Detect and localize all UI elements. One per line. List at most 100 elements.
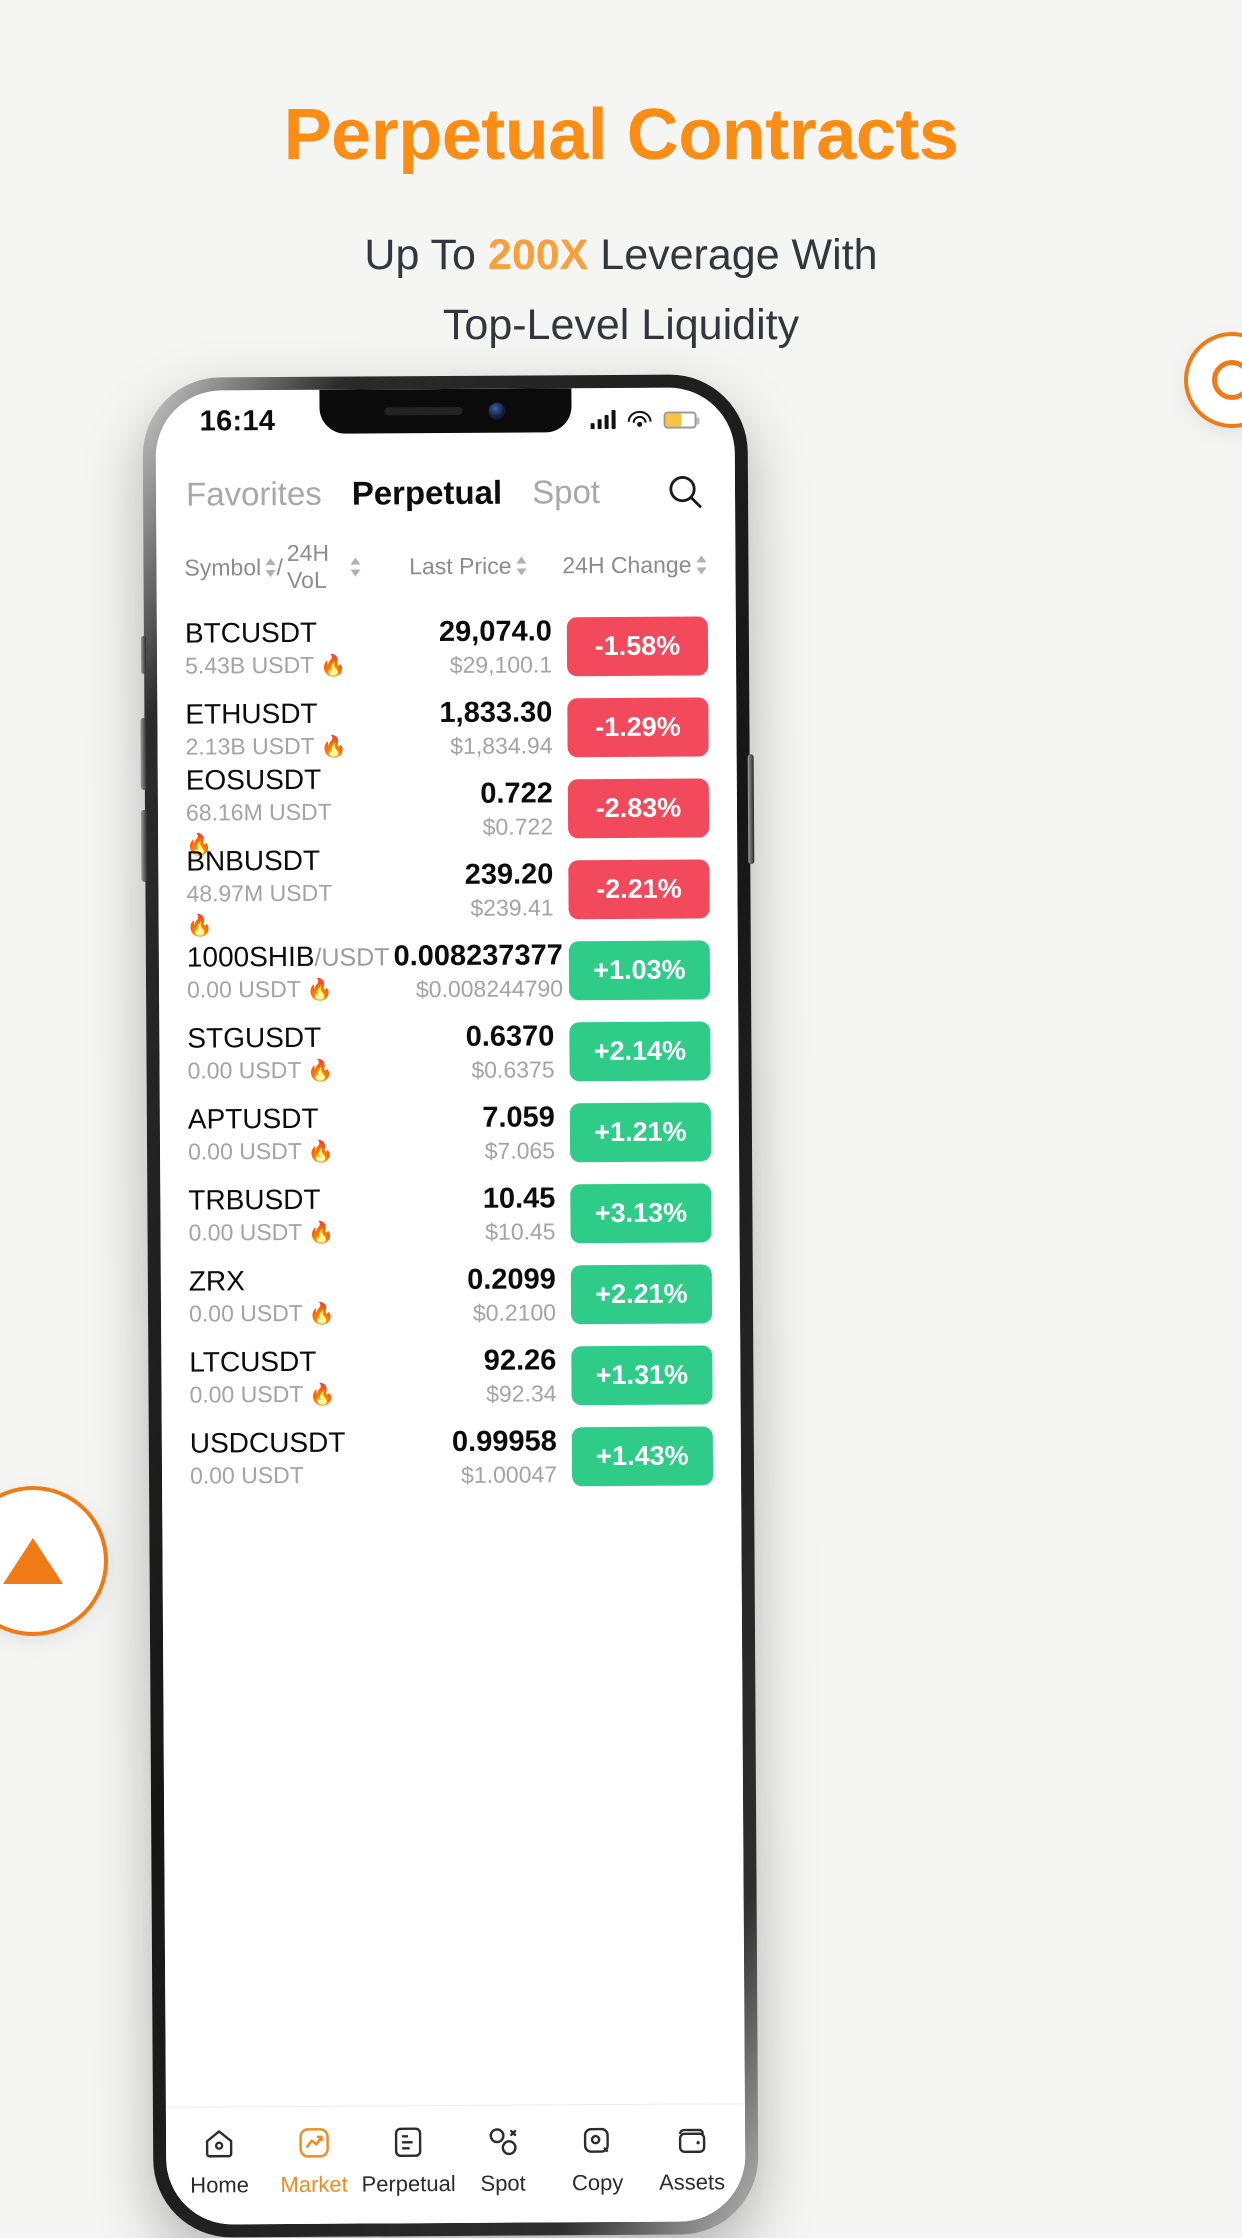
header-symbol-volume[interactable]: Symbol / 24H VoL — [184, 540, 357, 595]
symbol-volume: 5.43B USDT 🔥 — [185, 650, 358, 682]
nav-item-market[interactable]: Market — [267, 2123, 362, 2199]
tab-favorites[interactable]: Favorites — [186, 475, 322, 514]
symbol-cell: STGUSDT0.00 USDT 🔥 — [187, 1020, 360, 1087]
last-price: 239.20 — [359, 856, 553, 893]
header-24h-change[interactable]: 24H Change — [527, 551, 707, 579]
change-cell: +1.03% — [569, 940, 710, 1000]
table-row[interactable]: BTCUSDT5.43B USDT 🔥29,074.0$29,100.1-1.5… — [157, 605, 736, 690]
change-badge[interactable]: +1.43% — [572, 1426, 713, 1486]
fire-icon: 🔥 — [303, 1384, 335, 1407]
table-row[interactable]: BNBUSDT48.97M USDT 🔥239.20$239.41-2.21% — [158, 848, 737, 933]
price-usd: $0.6375 — [360, 1054, 554, 1086]
price-cell: 29,074.0$29,100.1 — [358, 613, 558, 682]
change-badge[interactable]: -2.83% — [568, 778, 709, 838]
change-cell: -1.29% — [558, 697, 708, 757]
change-cell: +2.21% — [562, 1264, 712, 1324]
search-button[interactable] — [665, 471, 705, 511]
symbol-name: 1000SHIB/USDT — [187, 939, 390, 975]
change-badge[interactable]: +1.21% — [570, 1102, 711, 1162]
nav-label: Perpetual — [361, 2171, 455, 2198]
battery-icon — [664, 411, 697, 428]
last-price: 0.6370 — [360, 1018, 554, 1055]
change-badge[interactable]: +2.14% — [569, 1021, 710, 1081]
market-list[interactable]: BTCUSDT5.43B USDT 🔥29,074.0$29,100.1-1.5… — [157, 605, 745, 2107]
symbol-name: ZRX — [189, 1263, 362, 1299]
nav-label: Assets — [659, 2169, 725, 2195]
table-row[interactable]: STGUSDT0.00 USDT 🔥0.6370$0.6375+2.14% — [159, 1010, 738, 1095]
symbol-name: EOSUSDT — [186, 761, 359, 797]
symbol-volume: 0.00 USDT — [190, 1460, 363, 1492]
search-icon — [665, 471, 705, 511]
contract-icon — [388, 2122, 428, 2162]
volume-down-button[interactable] — [141, 810, 147, 882]
nav-item-assets[interactable]: Assets — [645, 2120, 740, 2196]
symbol-name: BNBUSDT — [186, 842, 359, 878]
home-icon — [199, 2123, 239, 2163]
market-tabs: Favorites Perpetual Spot — [156, 449, 735, 531]
change-badge[interactable]: +1.03% — [569, 940, 710, 1000]
nav-label: Market — [280, 2172, 347, 2198]
change-badge[interactable]: -1.58% — [567, 616, 708, 676]
table-row[interactable]: USDCUSDT0.00 USDT0.99958$1.00047+1.43% — [162, 1415, 741, 1500]
symbol-cell: TRBUSDT0.00 USDT 🔥 — [188, 1182, 361, 1249]
symbol-volume: 2.13B USDT 🔥 — [185, 731, 358, 763]
table-row[interactable]: 1000SHIB/USDT0.00 USDT 🔥0.008237377$0.00… — [159, 929, 738, 1014]
table-row[interactable]: APTUSDT0.00 USDT 🔥7.059$7.065+1.21% — [160, 1091, 739, 1176]
table-row[interactable]: EOSUSDT68.16M USDT 🔥0.722$0.722-2.83% — [158, 767, 737, 852]
last-price: 10.45 — [361, 1180, 555, 1217]
change-cell: -2.21% — [559, 859, 709, 919]
sort-price-icon[interactable] — [516, 556, 527, 575]
symbol-cell: APTUSDT0.00 USDT 🔥 — [188, 1101, 361, 1168]
symbol-name: LTCUSDT — [189, 1344, 362, 1380]
change-badge[interactable]: +3.13% — [570, 1183, 711, 1243]
silent-switch[interactable] — [141, 636, 146, 674]
price-cell: 0.6370$0.6375 — [360, 1018, 560, 1087]
last-price: 1,833.30 — [358, 694, 552, 731]
symbol-volume: 0.00 USDT 🔥 — [188, 1136, 361, 1168]
subtitle-line2: Top-Level Liquidity — [0, 291, 1242, 361]
last-price: 0.722 — [359, 775, 553, 812]
power-button[interactable] — [748, 754, 755, 864]
price-cell: 239.20$239.41 — [359, 856, 559, 925]
sort-change-icon[interactable] — [696, 555, 707, 574]
fire-icon: 🔥 — [302, 1141, 334, 1164]
symbol-cell: ETHUSDT2.13B USDT 🔥 — [185, 696, 358, 763]
symbol-suffix: /USDT — [314, 944, 389, 972]
symbol-volume: 0.00 USDT 🔥 — [187, 1055, 360, 1087]
tab-spot[interactable]: Spot — [532, 473, 600, 511]
header-last-price[interactable]: Last Price — [357, 552, 527, 580]
sort-volume-icon[interactable] — [350, 557, 357, 576]
fire-icon: 🔥 — [301, 1060, 333, 1083]
status-clock: 16:14 — [199, 405, 275, 438]
decorative-coin-left — [0, 1486, 108, 1636]
hero-banner: Perpetual Contracts Up To 200X Leverage … — [0, 0, 1242, 361]
change-badge[interactable]: -2.21% — [568, 859, 709, 919]
change-badge[interactable]: +2.21% — [571, 1264, 712, 1324]
sort-symbol-icon[interactable] — [265, 558, 272, 577]
nav-item-perpetual[interactable]: Perpetual — [361, 2122, 456, 2198]
symbol-name: TRBUSDT — [188, 1182, 361, 1218]
table-row[interactable]: TRBUSDT0.00 USDT 🔥10.45$10.45+3.13% — [160, 1172, 739, 1257]
table-row[interactable]: ZRX0.00 USDT 🔥0.2099$0.2100+2.21% — [161, 1253, 740, 1338]
nav-item-home[interactable]: Home — [172, 2123, 267, 2199]
change-cell: +1.43% — [563, 1426, 713, 1486]
change-badge[interactable]: +1.31% — [571, 1345, 712, 1405]
table-row[interactable]: LTCUSDT0.00 USDT 🔥92.26$92.34+1.31% — [161, 1334, 740, 1419]
price-cell: 10.45$10.45 — [361, 1180, 561, 1249]
cellular-signal-icon — [590, 409, 616, 428]
header-symbol-label: Symbol — [184, 554, 261, 581]
volume-up-button[interactable] — [140, 718, 146, 790]
change-badge[interactable]: -1.29% — [567, 697, 708, 757]
nav-item-spot[interactable]: Spot — [456, 2121, 551, 2197]
price-usd: $29,100.1 — [358, 649, 552, 681]
last-price: 0.2099 — [362, 1261, 556, 1298]
nav-item-copy[interactable]: Copy — [550, 2121, 645, 2197]
table-row[interactable]: ETHUSDT2.13B USDT 🔥1,833.30$1,834.94-1.2… — [157, 686, 736, 771]
nav-label: Spot — [480, 2171, 525, 2197]
symbol-name: STGUSDT — [187, 1020, 360, 1056]
price-cell: 0.722$0.722 — [359, 775, 559, 844]
symbol-cell: BTCUSDT5.43B USDT 🔥 — [185, 615, 358, 682]
last-price: 0.99958 — [363, 1423, 557, 1460]
tab-perpetual[interactable]: Perpetual — [352, 474, 503, 513]
fire-icon: 🔥 — [187, 914, 213, 937]
